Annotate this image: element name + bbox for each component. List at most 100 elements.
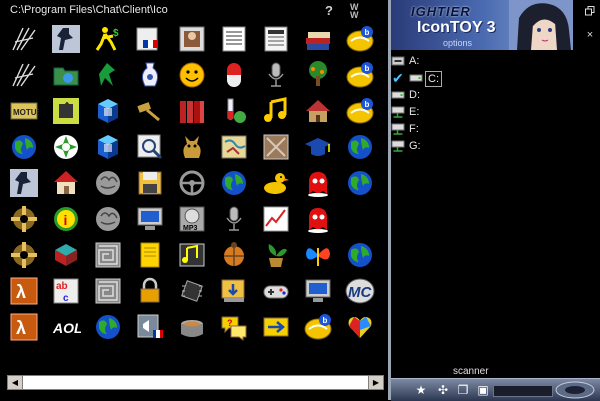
steering-wheel-icon[interactable] [177, 168, 207, 198]
globe-icon[interactable] [219, 168, 249, 198]
help-button[interactable]: ? [323, 3, 335, 18]
plant-icon[interactable] [261, 240, 291, 270]
cubes-icon[interactable] [93, 132, 123, 162]
folder-icon[interactable] [51, 60, 81, 90]
sparkle-icon[interactable]: ✣ [435, 382, 451, 398]
cubes-icon[interactable] [93, 96, 123, 126]
floppy-icon[interactable] [135, 168, 165, 198]
options-label[interactable]: options [443, 38, 472, 48]
sketch-icon[interactable] [9, 24, 39, 54]
test-tube-icon[interactable] [219, 96, 249, 126]
save-icon[interactable]: ▣ [475, 382, 491, 398]
abc-icon[interactable]: ab c [51, 276, 81, 306]
dollar-runner-icon[interactable]: $ [93, 24, 123, 54]
microphone-icon[interactable] [219, 204, 249, 234]
butterfly-icon[interactable] [303, 240, 333, 270]
padlock-icon[interactable] [135, 276, 165, 306]
puzzle-heart-icon[interactable] [345, 312, 375, 342]
house-icon[interactable] [303, 96, 333, 126]
chip-icon[interactable] [177, 276, 207, 306]
globe-icon[interactable] [345, 132, 375, 162]
sketch-icon[interactable] [9, 60, 39, 90]
flower-icon[interactable] [51, 132, 81, 162]
star-icon[interactable]: ★ [413, 382, 429, 398]
vase-icon[interactable] [135, 60, 165, 90]
news-icon[interactable] [219, 24, 249, 54]
tv-b-icon[interactable]: b [345, 96, 375, 126]
puzzle-icon[interactable] [51, 96, 81, 126]
globe-icon[interactable] [345, 168, 375, 198]
aol-icon[interactable]: AOL [51, 312, 81, 342]
smiley-icon[interactable] [177, 60, 207, 90]
gamepad-icon[interactable] [261, 276, 291, 306]
globe-icon[interactable] [345, 240, 375, 270]
books-icon[interactable] [303, 24, 333, 54]
brain-icon[interactable] [93, 168, 123, 198]
cloth-icon[interactable] [261, 132, 291, 162]
duck-icon[interactable] [261, 168, 291, 198]
music-box-icon[interactable] [177, 240, 207, 270]
crosshair-icon[interactable] [9, 240, 39, 270]
lens-icon[interactable] [555, 381, 595, 399]
french-flag-icon[interactable] [135, 24, 165, 54]
maze-icon[interactable] [93, 240, 123, 270]
drum-icon[interactable] [51, 240, 81, 270]
pill-icon[interactable] [219, 60, 249, 90]
drive-item[interactable]: F: [391, 122, 491, 136]
drive-item[interactable]: E: [391, 105, 491, 119]
counter-strike-icon[interactable] [9, 168, 39, 198]
monitor-icon[interactable] [135, 204, 165, 234]
home-icon[interactable] [51, 168, 81, 198]
globe-icon[interactable] [9, 132, 39, 162]
copy-icon[interactable]: ❐ [455, 382, 471, 398]
globe-icon[interactable] [93, 312, 123, 342]
map-icon[interactable] [219, 132, 249, 162]
drive-item[interactable]: D: [391, 88, 491, 102]
drive-item[interactable]: A: [391, 54, 491, 68]
horizontal-scrollbar[interactable]: ◀ ▶ [7, 375, 384, 390]
download-icon[interactable] [219, 276, 249, 306]
cat-icon[interactable] [177, 132, 207, 162]
mp3-icon[interactable]: MP3 [177, 204, 207, 234]
graduation-cap-icon[interactable] [303, 132, 333, 162]
green-runner-icon[interactable] [93, 60, 123, 90]
chat-icon[interactable]: ? [219, 312, 249, 342]
magnifier-icon[interactable] [135, 132, 165, 162]
drive-item[interactable]: ✔ C: [391, 71, 491, 87]
music-note-icon[interactable] [261, 96, 291, 126]
tv-b-icon[interactable]: b [303, 312, 333, 342]
red-ghost-icon[interactable] [303, 204, 333, 234]
icontoy-banner[interactable]: IGHTIER IconTOY 3 options [391, 0, 573, 50]
arrow-icon[interactable] [261, 312, 291, 342]
half-life-icon[interactable]: λ [9, 312, 39, 342]
counter-strike-icon[interactable] [51, 24, 81, 54]
monitor-icon[interactable] [303, 276, 333, 306]
gavel-icon[interactable] [135, 96, 165, 126]
red-ghost-icon[interactable] [303, 168, 333, 198]
mc-icon[interactable]: MC [345, 276, 375, 306]
maze-icon[interactable] [93, 276, 123, 306]
crosshair-icon[interactable] [9, 204, 39, 234]
motus-icon[interactable]: MOTUS [9, 96, 39, 126]
pot-icon[interactable] [177, 312, 207, 342]
newspaper-icon[interactable] [261, 24, 291, 54]
half-life-icon[interactable]: λ [9, 276, 39, 306]
audio-icon[interactable] [135, 312, 165, 342]
scroll-left-button[interactable]: ◀ [8, 376, 23, 389]
tv-b-icon[interactable]: b [345, 60, 375, 90]
notepad-icon[interactable] [135, 240, 165, 270]
scroll-right-button[interactable]: ▶ [368, 376, 383, 389]
tv-b-icon[interactable]: b [345, 24, 375, 54]
portrait-icon[interactable] [177, 24, 207, 54]
book-shelf-icon[interactable] [177, 96, 207, 126]
brain-icon[interactable] [93, 204, 123, 234]
tree-icon[interactable] [303, 60, 333, 90]
bug-icon[interactable] [219, 240, 249, 270]
info-icon[interactable]: i [51, 204, 81, 234]
restore-icon[interactable] [585, 6, 595, 16]
chart-icon[interactable] [261, 204, 291, 234]
drive-item[interactable]: G: [391, 139, 491, 153]
microphone-icon[interactable] [261, 60, 291, 90]
close-icon[interactable]: × [585, 30, 595, 41]
w-logo-icon[interactable]: WW [350, 3, 368, 20]
